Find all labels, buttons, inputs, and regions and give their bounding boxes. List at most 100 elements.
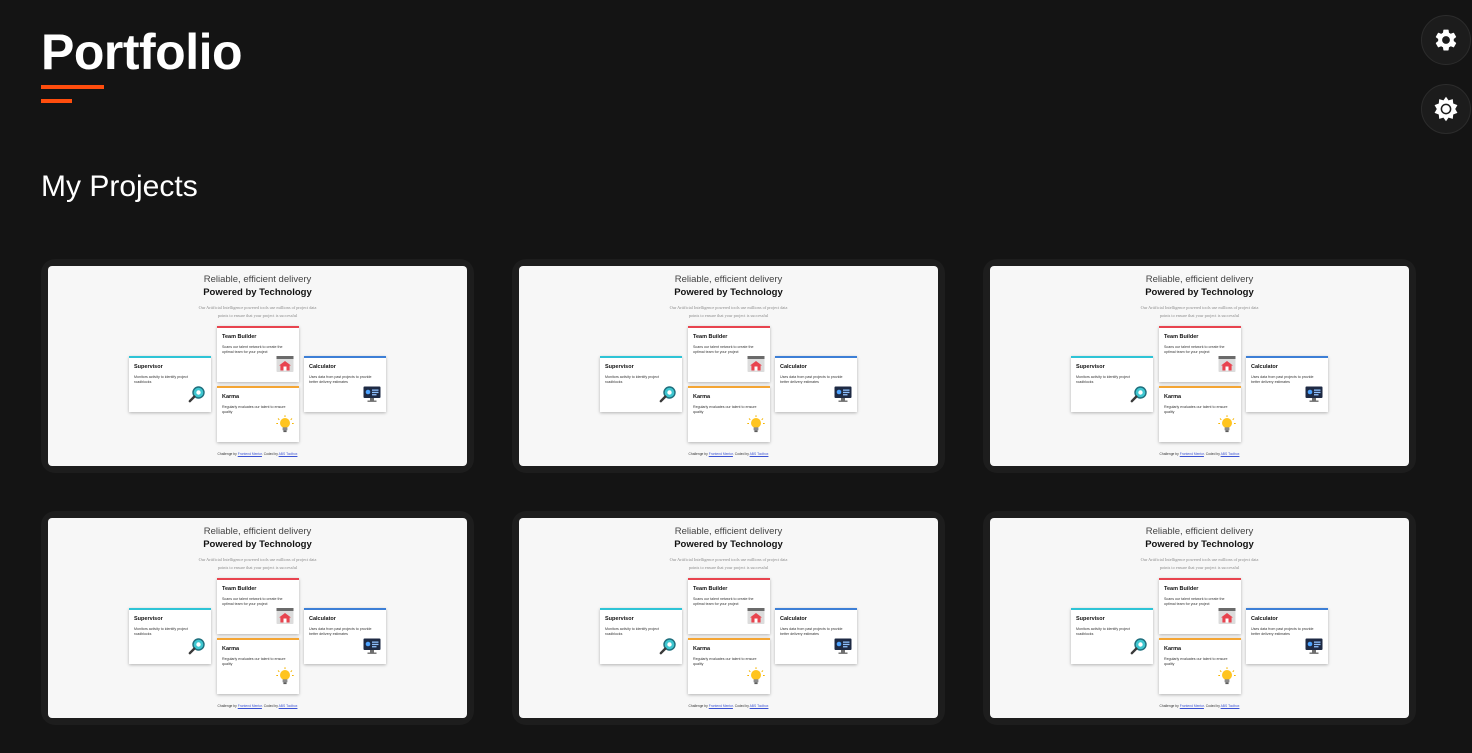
supervisor-feature-card: Supervisor Monitors activity to identify… bbox=[600, 608, 682, 664]
footer-prefix: Challenge by bbox=[217, 452, 237, 456]
footer-coder-link: ABS Toolbox bbox=[749, 452, 769, 456]
calculator-feature-card: Calculator Uses data from past projects … bbox=[1246, 356, 1328, 412]
preview-description: Our Artificial Intelligence powered tool… bbox=[669, 557, 788, 570]
monitor-icon bbox=[834, 385, 852, 408]
project-card[interactable]: Reliable, efficient delivery Powered by … bbox=[512, 259, 945, 473]
footer-mid: . Coded by bbox=[261, 452, 278, 456]
monitor-icon bbox=[363, 637, 381, 660]
feature-text: Scans our talent network to create the o… bbox=[222, 597, 283, 606]
footer-coder-link: ABS Toolbox bbox=[1220, 452, 1240, 456]
preview-description: Our Artificial Intelligence powered tool… bbox=[1140, 557, 1259, 570]
feature-text: Regularly evaluates our talent to ensure… bbox=[1164, 657, 1228, 666]
feature-text: Monitors activity to identify project ro… bbox=[1076, 375, 1130, 384]
preview-description: Our Artificial Intelligence powered tool… bbox=[669, 305, 788, 318]
team-builder-icon bbox=[747, 355, 765, 378]
team-builder-feature-card: Team Builder Scans our talent network to… bbox=[217, 578, 299, 634]
title-underline-short bbox=[41, 99, 72, 103]
feature-name: Karma bbox=[693, 646, 711, 652]
calculator-feature-card: Calculator Uses data from past projects … bbox=[775, 356, 857, 412]
footer-prefix: Challenge by bbox=[1159, 704, 1179, 708]
feature-name: Calculator bbox=[1251, 616, 1278, 622]
preview-footer: Challenge by Frontend Mentor. Coded by A… bbox=[48, 452, 467, 456]
feature-text: Uses data from past projects to provide … bbox=[1251, 627, 1314, 636]
feature-text: Regularly evaluates our talent to ensure… bbox=[693, 405, 757, 414]
preview-footer: Challenge by Frontend Mentor. Coded by A… bbox=[519, 704, 938, 708]
footer-coder-link: ABS Toolbox bbox=[278, 704, 298, 708]
magnifier-icon bbox=[1130, 637, 1148, 660]
preview-description: Our Artificial Intelligence powered tool… bbox=[198, 305, 317, 318]
calculator-feature-card: Calculator Uses data from past projects … bbox=[304, 608, 386, 664]
settings-button[interactable] bbox=[1421, 15, 1471, 65]
project-card[interactable]: Reliable, efficient delivery Powered by … bbox=[983, 511, 1416, 725]
feature-name: Team Builder bbox=[1164, 586, 1199, 592]
karma-feature-card: Karma Regularly evaluates our talent to … bbox=[217, 386, 299, 442]
feature-name: Karma bbox=[1164, 646, 1182, 652]
footer-prefix: Challenge by bbox=[688, 704, 708, 708]
calculator-feature-card: Calculator Uses data from past projects … bbox=[1246, 608, 1328, 664]
magnifier-icon bbox=[188, 385, 206, 408]
footer-coder-link: ABS Toolbox bbox=[278, 452, 298, 456]
feature-text: Uses data from past projects to provide … bbox=[780, 375, 843, 384]
preview-description: Our Artificial Intelligence powered tool… bbox=[198, 557, 317, 570]
feature-text: Scans our talent network to create the o… bbox=[222, 345, 283, 354]
magnifier-icon bbox=[659, 637, 677, 660]
gear-icon bbox=[1433, 27, 1459, 53]
preview-heading-line1: Reliable, efficient delivery bbox=[203, 274, 312, 285]
supervisor-feature-card: Supervisor Monitors activity to identify… bbox=[1071, 608, 1153, 664]
karma-feature-card: Karma Regularly evaluates our talent to … bbox=[688, 386, 770, 442]
preview-footer: Challenge by Frontend Mentor. Coded by A… bbox=[48, 704, 467, 708]
portfolio-page: Portfolio My Projects Reliable, efficien… bbox=[0, 0, 1472, 753]
lightbulb-icon bbox=[747, 415, 765, 438]
footer-mid: . Coded by bbox=[261, 704, 278, 708]
project-thumbnail: Reliable, efficient delivery Powered by … bbox=[519, 266, 938, 466]
feature-text: Uses data from past projects to provide … bbox=[309, 375, 372, 384]
section-title: My Projects bbox=[41, 170, 198, 203]
project-card[interactable]: Reliable, efficient delivery Powered by … bbox=[983, 259, 1416, 473]
page-title: Portfolio bbox=[41, 24, 243, 80]
feature-name: Team Builder bbox=[1164, 334, 1199, 340]
theme-toggle-button[interactable] bbox=[1421, 84, 1471, 134]
karma-feature-card: Karma Regularly evaluates our talent to … bbox=[1159, 638, 1241, 694]
preview-heading-line1: Reliable, efficient delivery bbox=[674, 274, 783, 285]
feature-text: Scans our talent network to create the o… bbox=[693, 345, 754, 354]
lightbulb-icon bbox=[1218, 667, 1236, 690]
lightbulb-icon bbox=[747, 667, 765, 690]
preview-heading-line1: Reliable, efficient delivery bbox=[1145, 526, 1254, 537]
preview-heading-line2: Powered by Technology bbox=[203, 287, 312, 298]
feature-name: Karma bbox=[693, 394, 711, 400]
preview-heading-line1: Reliable, efficient delivery bbox=[203, 526, 312, 537]
team-builder-feature-card: Team Builder Scans our talent network to… bbox=[688, 326, 770, 382]
feature-name: Karma bbox=[1164, 394, 1182, 400]
feature-name: Supervisor bbox=[605, 616, 634, 622]
footer-coder-link: ABS Toolbox bbox=[1220, 704, 1240, 708]
feature-name: Team Builder bbox=[222, 586, 257, 592]
preview-heading-line1: Reliable, efficient delivery bbox=[674, 526, 783, 537]
monitor-icon bbox=[363, 385, 381, 408]
project-card[interactable]: Reliable, efficient delivery Powered by … bbox=[41, 511, 474, 725]
preview-footer: Challenge by Frontend Mentor. Coded by A… bbox=[990, 704, 1409, 708]
feature-text: Monitors activity to identify project ro… bbox=[605, 375, 659, 384]
feature-name: Karma bbox=[222, 394, 240, 400]
preview-heading-line2: Powered by Technology bbox=[1145, 539, 1254, 550]
feature-text: Regularly evaluates our talent to ensure… bbox=[1164, 405, 1228, 414]
preview-heading-line2: Powered by Technology bbox=[674, 539, 783, 550]
project-card[interactable]: Reliable, efficient delivery Powered by … bbox=[41, 259, 474, 473]
team-builder-icon bbox=[1218, 355, 1236, 378]
supervisor-feature-card: Supervisor Monitors activity to identify… bbox=[129, 356, 211, 412]
magnifier-icon bbox=[188, 637, 206, 660]
feature-name: Karma bbox=[222, 646, 240, 652]
team-builder-feature-card: Team Builder Scans our talent network to… bbox=[688, 578, 770, 634]
feature-name: Supervisor bbox=[134, 616, 163, 622]
team-builder-icon bbox=[747, 607, 765, 630]
project-card[interactable]: Reliable, efficient delivery Powered by … bbox=[512, 511, 945, 725]
feature-name: Calculator bbox=[309, 364, 336, 370]
preview-heading-line2: Powered by Technology bbox=[674, 287, 783, 298]
supervisor-feature-card: Supervisor Monitors activity to identify… bbox=[600, 356, 682, 412]
feature-name: Calculator bbox=[780, 616, 807, 622]
footer-prefix: Challenge by bbox=[217, 704, 237, 708]
project-thumbnail: Reliable, efficient delivery Powered by … bbox=[990, 518, 1409, 718]
footer-author-link: Frontend Mentor bbox=[1179, 452, 1204, 456]
feature-text: Monitors activity to identify project ro… bbox=[134, 627, 188, 636]
feature-text: Uses data from past projects to provide … bbox=[309, 627, 372, 636]
footer-author-link: Frontend Mentor bbox=[1179, 704, 1204, 708]
